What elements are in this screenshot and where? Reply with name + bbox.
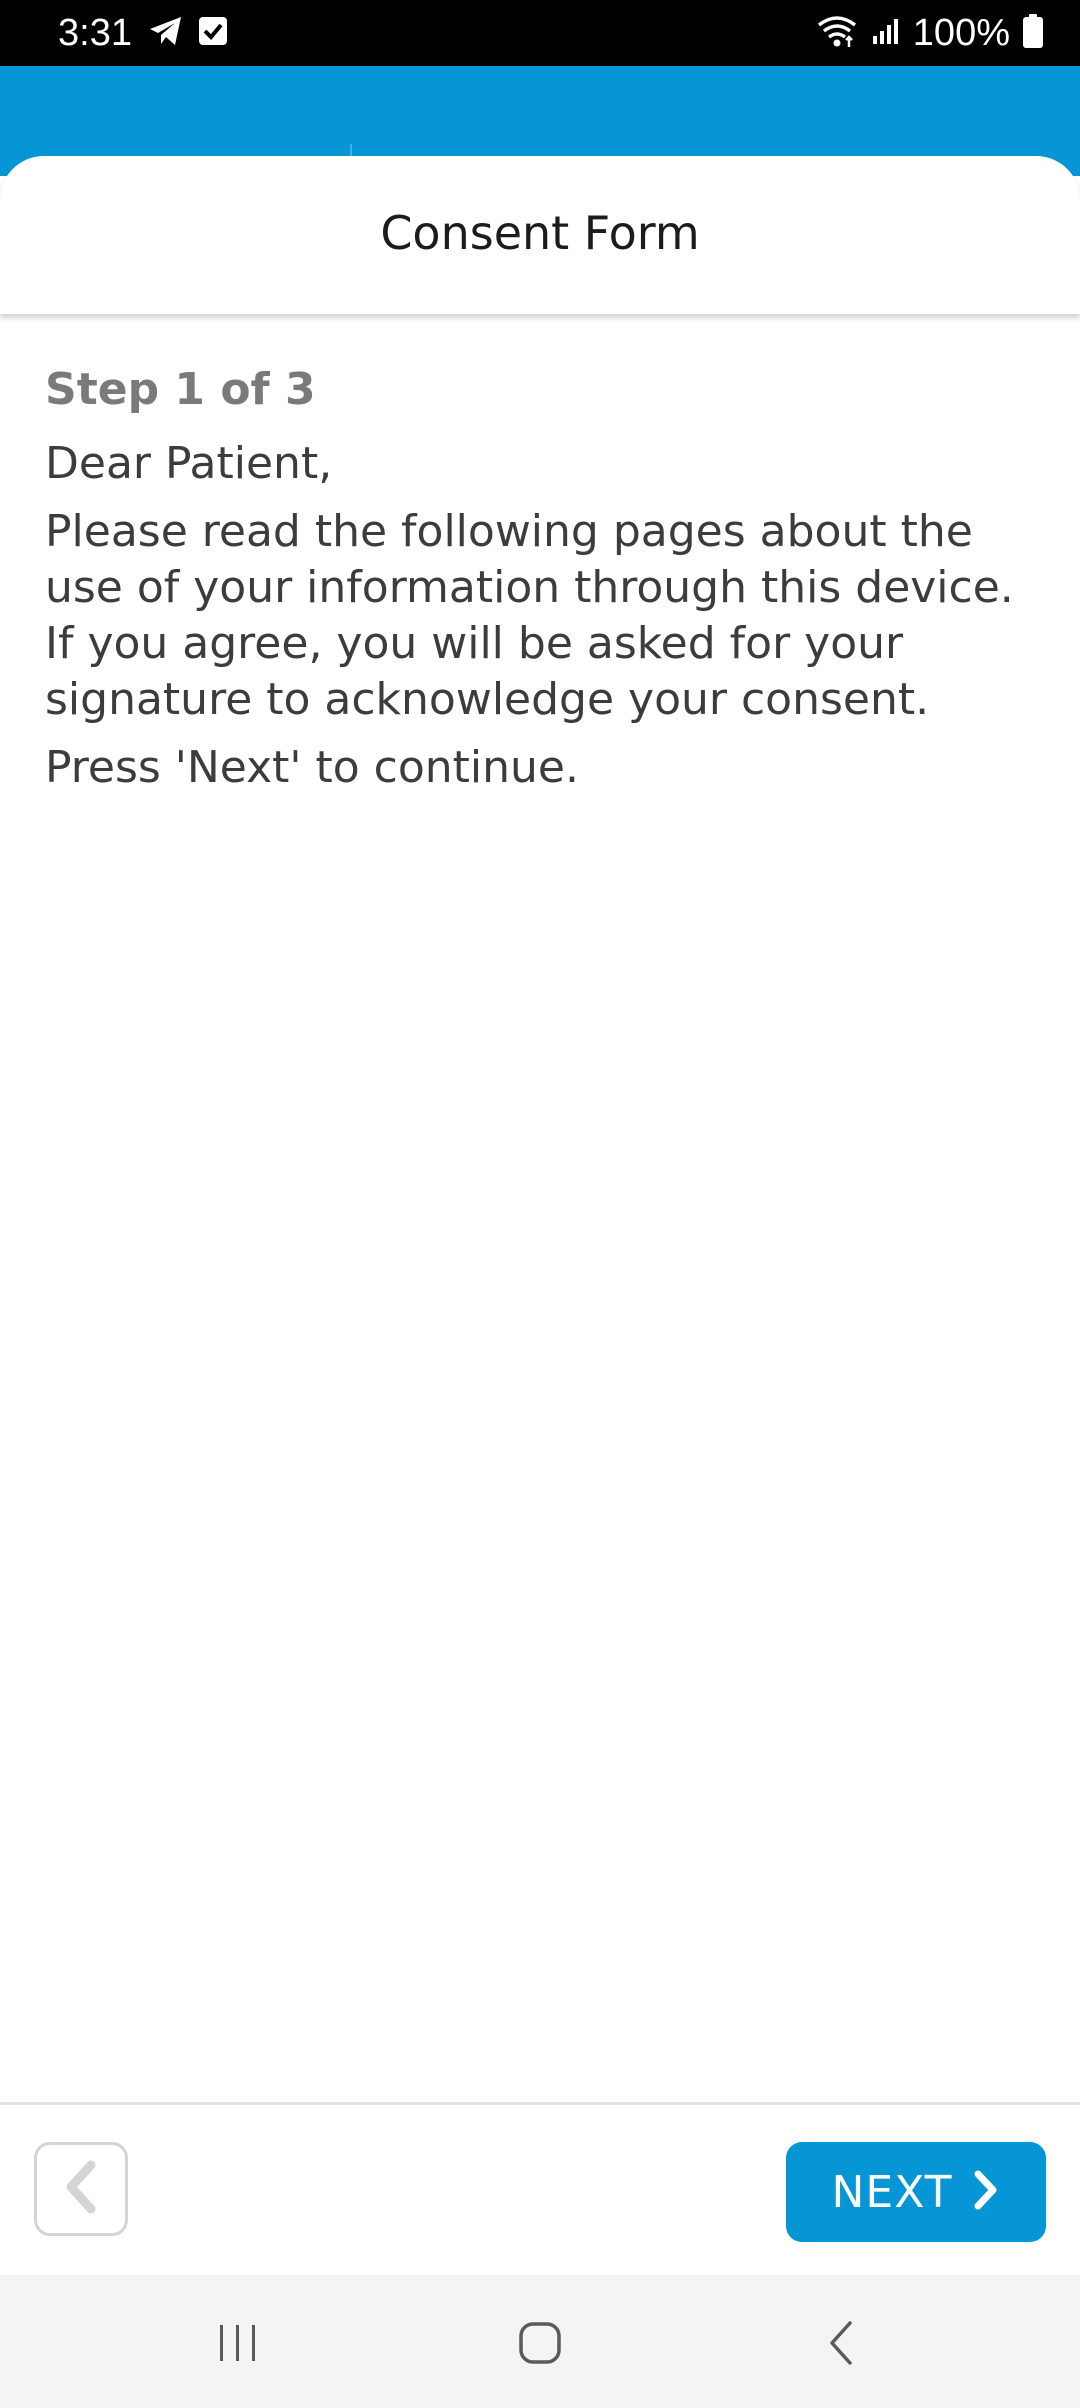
home-icon: [516, 2319, 564, 2371]
system-navigation-bar: [0, 2275, 1080, 2408]
status-bar: 3:31 100%: [0, 0, 1080, 66]
greeting-text: Dear Patient,: [45, 438, 333, 489]
home-button[interactable]: [510, 2315, 570, 2375]
battery-percentage: 100%: [912, 12, 1010, 54]
instruction-text: Press 'Next' to continue.: [45, 742, 579, 793]
form-footer: NEXT: [0, 2102, 1080, 2275]
chevron-right-icon: [970, 2169, 1000, 2215]
recent-apps-icon: [214, 2321, 262, 2369]
next-button[interactable]: NEXT: [786, 2142, 1046, 2242]
back-button[interactable]: [812, 2315, 872, 2375]
battery-icon: [1022, 13, 1044, 53]
wifi-icon: [815, 13, 859, 53]
consent-content: Step 1 of 3 Dear Patient, Please read th…: [45, 356, 1035, 796]
next-button-label: NEXT: [831, 2166, 953, 2218]
sheet-title-bar: Consent Form: [0, 156, 1080, 314]
signal-icon: [871, 16, 901, 50]
chevron-left-icon: [61, 2159, 101, 2219]
status-notification-icons: [148, 14, 228, 52]
back-icon: [822, 2319, 862, 2371]
telegram-icon: [148, 14, 184, 52]
recent-apps-button[interactable]: [208, 2315, 268, 2375]
step-indicator: Step 1 of 3: [45, 364, 316, 415]
page-title: Consent Form: [380, 206, 700, 260]
consent-body-text: Please read the following pages about th…: [45, 506, 1014, 725]
consent-form-sheet: Consent Form Step 1 of 3 Dear Patient, P…: [0, 156, 1080, 2106]
check-box-icon: [198, 16, 228, 50]
previous-button[interactable]: [34, 2142, 128, 2236]
status-system-icons: 100%: [815, 8, 1044, 58]
status-time: 3:31: [58, 12, 132, 54]
